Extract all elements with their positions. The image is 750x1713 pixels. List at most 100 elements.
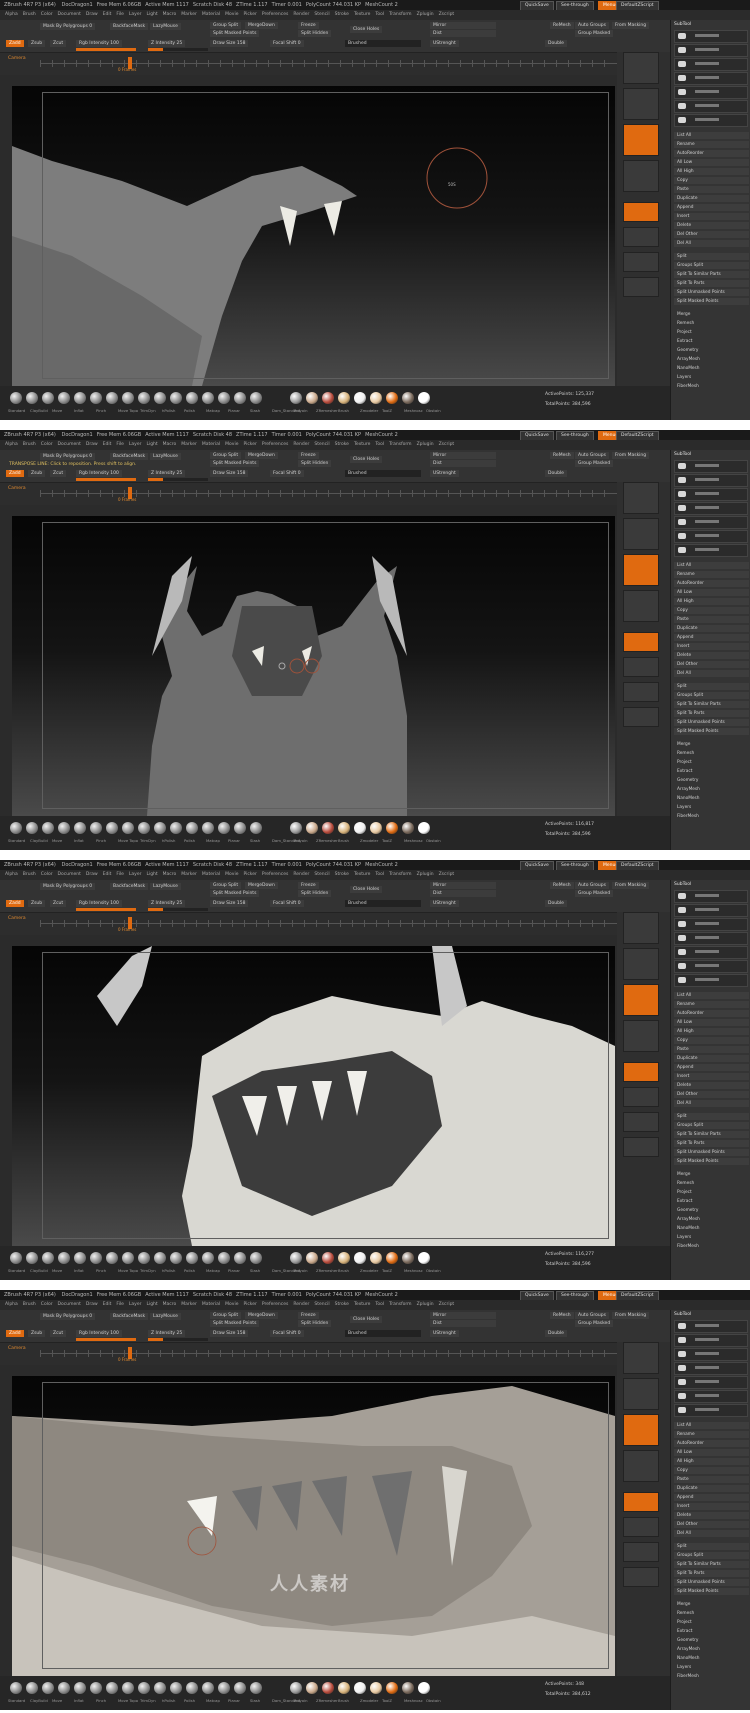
menu-item[interactable]: Zscript bbox=[439, 872, 455, 877]
subtool-row[interactable] bbox=[674, 86, 748, 99]
ustrenght-slider[interactable]: UStrenght bbox=[430, 1330, 459, 1337]
mirror-button[interactable]: Mirror bbox=[430, 452, 496, 459]
menu-item[interactable]: Marker bbox=[181, 872, 197, 877]
split-masked-button[interactable]: Split Masked Points bbox=[210, 1320, 260, 1327]
menu-item[interactable]: Picker bbox=[243, 442, 256, 447]
rotate-button[interactable] bbox=[623, 1137, 659, 1157]
menu-item[interactable]: Light bbox=[146, 442, 157, 447]
subtool-row[interactable] bbox=[674, 918, 748, 931]
subtool-row[interactable] bbox=[674, 1320, 748, 1333]
material-swatch[interactable] bbox=[402, 1682, 414, 1694]
subtool-action-button[interactable]: Rename bbox=[674, 141, 749, 148]
subtool-action-button[interactable]: Copy bbox=[674, 1467, 749, 1474]
brushed-field[interactable]: Brushed bbox=[345, 40, 421, 47]
brush-thumbnail[interactable] bbox=[186, 1682, 198, 1694]
brush-thumbnail[interactable] bbox=[234, 1682, 246, 1694]
canvas-viewport[interactable] bbox=[12, 86, 615, 386]
brush-thumbnail[interactable] bbox=[106, 1682, 118, 1694]
default-zscript-button[interactable]: DefaultZScript bbox=[616, 1, 659, 10]
remesh-button[interactable]: ReMesh bbox=[550, 882, 574, 889]
subtool-action-button[interactable]: Del Other bbox=[674, 1091, 749, 1098]
palette-section[interactable]: FiberMesh bbox=[674, 813, 749, 820]
subtool-action-button[interactable]: Paste bbox=[674, 616, 749, 623]
menu-item[interactable]: Stroke bbox=[335, 12, 349, 17]
menu-item[interactable]: Macro bbox=[163, 872, 177, 877]
rgb-intensity-slider[interactable]: Rgb Intensity 100 bbox=[76, 900, 122, 907]
mirror-button[interactable]: Mirror bbox=[430, 882, 496, 889]
menu-item[interactable]: Draw bbox=[86, 12, 98, 17]
palette-section[interactable]: Layers bbox=[674, 1234, 749, 1241]
split-hidden-button[interactable]: Split Hidden bbox=[298, 30, 332, 37]
brush-thumbnail[interactable] bbox=[10, 392, 22, 404]
palette-section[interactable]: ArrayMesh bbox=[674, 1216, 749, 1223]
brush-thumbnail[interactable] bbox=[42, 1682, 54, 1694]
menu-item[interactable]: Edit bbox=[103, 872, 112, 877]
brush-thumbnail[interactable] bbox=[138, 392, 150, 404]
zadd-button[interactable]: Zadd bbox=[6, 40, 24, 47]
menu-item[interactable]: Tool bbox=[375, 872, 384, 877]
material-swatch[interactable] bbox=[338, 1682, 350, 1694]
menu-item[interactable]: Document bbox=[58, 12, 81, 17]
brush-thumbnail[interactable] bbox=[218, 1252, 230, 1264]
palette-section[interactable]: Extract bbox=[674, 768, 749, 775]
menu-item[interactable]: Document bbox=[58, 442, 81, 447]
dist-slider[interactable]: Dist bbox=[430, 30, 496, 37]
palette-section[interactable]: Project bbox=[674, 1189, 749, 1196]
subtool-action-button[interactable]: Del Other bbox=[674, 231, 749, 238]
subtool-row[interactable] bbox=[674, 1376, 748, 1389]
split-button[interactable]: Split bbox=[674, 1113, 749, 1120]
dist-slider[interactable]: Dist bbox=[430, 1320, 496, 1327]
split-masked-button[interactable]: Split Masked Points bbox=[210, 890, 260, 897]
subtool-action-button[interactable]: All Low bbox=[674, 1019, 749, 1026]
subtool-action-button[interactable]: Delete bbox=[674, 1512, 749, 1519]
palette-section[interactable]: Geometry bbox=[674, 347, 749, 354]
ustrenght-slider[interactable]: UStrenght bbox=[430, 40, 459, 47]
material-swatch[interactable] bbox=[402, 822, 414, 834]
brush-thumbnail[interactable] bbox=[42, 1252, 54, 1264]
material-swatch[interactable] bbox=[354, 1682, 366, 1694]
double-button[interactable]: Double bbox=[545, 470, 567, 477]
material-swatch[interactable] bbox=[290, 392, 302, 404]
material-swatch[interactable] bbox=[306, 1682, 318, 1694]
split-button[interactable]: Split To Similar Parts bbox=[674, 701, 749, 708]
move-button[interactable] bbox=[623, 1087, 659, 1107]
menu-item[interactable]: Brush bbox=[23, 872, 36, 877]
material-swatch[interactable] bbox=[338, 1252, 350, 1264]
brush-thumbnail[interactable] bbox=[218, 822, 230, 834]
rotate-button[interactable] bbox=[623, 707, 659, 727]
menu-item[interactable]: Marker bbox=[181, 12, 197, 17]
menu-item[interactable]: Macro bbox=[163, 442, 177, 447]
subtool-action-button[interactable]: List All bbox=[674, 132, 749, 139]
subtool-row[interactable] bbox=[674, 1348, 748, 1361]
palette-section[interactable]: Extract bbox=[674, 338, 749, 345]
split-button[interactable]: Split Masked Points bbox=[674, 1158, 749, 1165]
palette-section[interactable]: Remesh bbox=[674, 750, 749, 757]
subtool-row[interactable] bbox=[674, 72, 748, 85]
rotate-button[interactable] bbox=[623, 1567, 659, 1587]
viewport-tool-button[interactable] bbox=[623, 88, 659, 120]
split-button[interactable]: Split To Similar Parts bbox=[674, 1561, 749, 1568]
subtool-row[interactable] bbox=[674, 1390, 748, 1403]
z-intensity-slider[interactable]: Z Intensity 25 bbox=[148, 1330, 186, 1337]
subtool-row[interactable] bbox=[674, 460, 748, 473]
palette-section[interactable]: Merge bbox=[674, 1171, 749, 1178]
backface-mask-button[interactable]: BackfaceMask bbox=[110, 453, 149, 460]
material-swatch[interactable] bbox=[418, 1682, 430, 1694]
brush-thumbnail[interactable] bbox=[42, 822, 54, 834]
menu-item[interactable]: Light bbox=[146, 872, 157, 877]
brush-thumbnail[interactable] bbox=[106, 1252, 118, 1264]
menu-item[interactable]: Layer bbox=[129, 12, 142, 17]
group-masked-button[interactable]: Group Masked bbox=[575, 30, 614, 37]
frame-button[interactable] bbox=[623, 1492, 659, 1512]
menu-item[interactable]: Picker bbox=[243, 1302, 256, 1307]
menu-item[interactable]: Transform bbox=[389, 442, 411, 447]
brush-thumbnail[interactable] bbox=[74, 1252, 86, 1264]
subtool-action-button[interactable]: Del Other bbox=[674, 661, 749, 668]
draw-size-slider[interactable]: Draw Size 158 bbox=[210, 1330, 249, 1337]
split-masked-button[interactable]: Split Masked Points bbox=[210, 460, 260, 467]
menu-item[interactable]: Picker bbox=[243, 872, 256, 877]
rgb-intensity-track[interactable] bbox=[76, 908, 136, 911]
auto-groups-button[interactable]: Auto Groups bbox=[575, 1312, 609, 1319]
material-swatch[interactable] bbox=[370, 392, 382, 404]
scale-button[interactable] bbox=[623, 1112, 659, 1132]
